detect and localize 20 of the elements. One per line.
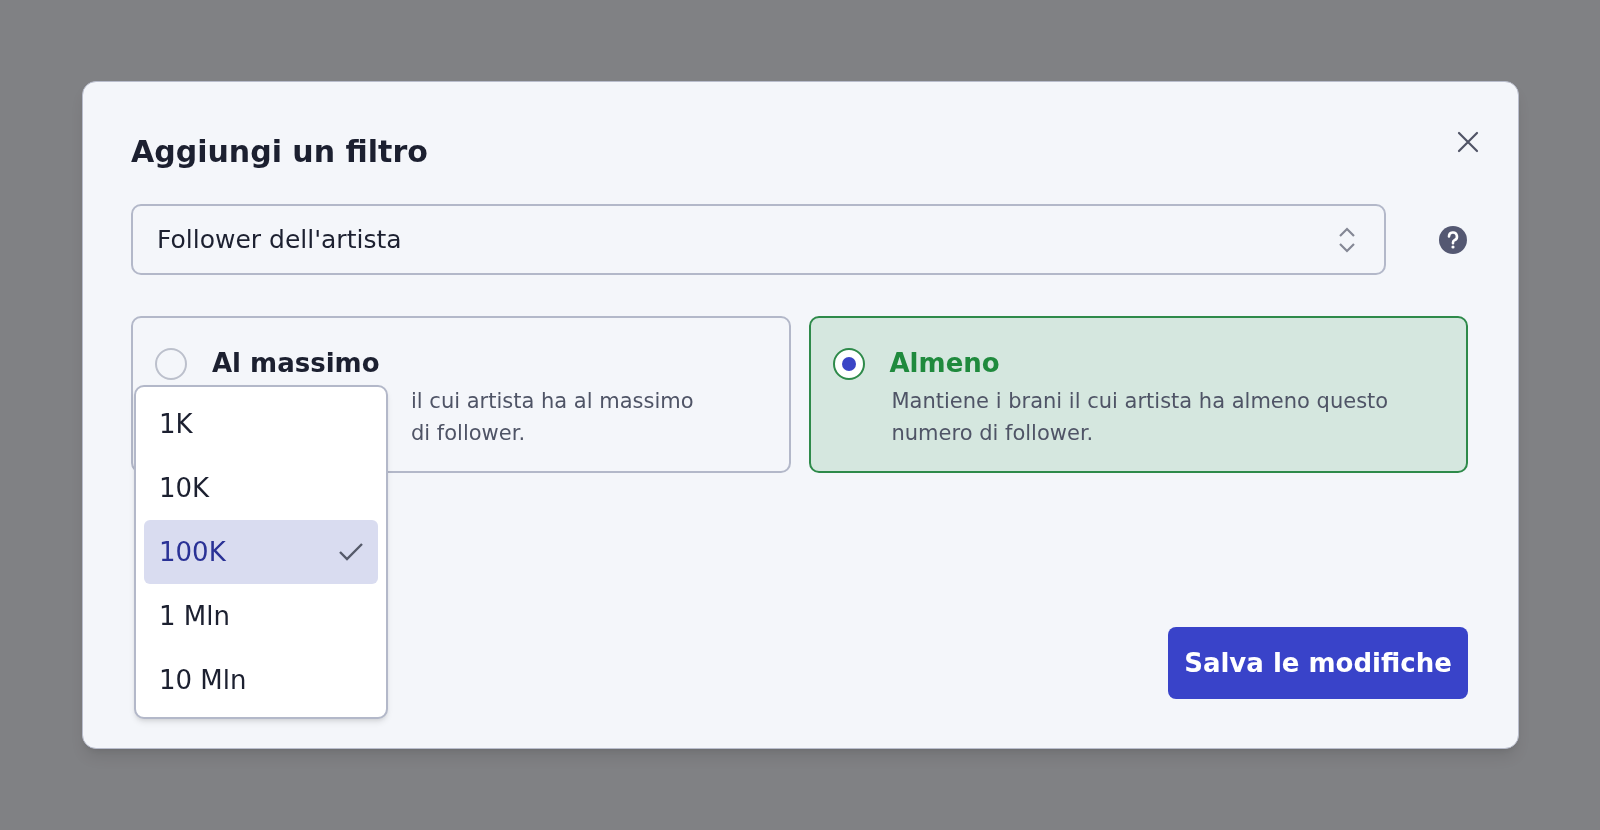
dropdown-option[interactable]: 1 Mln bbox=[144, 584, 378, 648]
help-icon[interactable] bbox=[1438, 224, 1468, 255]
chevron-updown-icon bbox=[1338, 225, 1357, 254]
option-description: Mantiene i brani il cui artista ha almeno questo bbox=[891, 388, 1390, 415]
option-title: Al massimo bbox=[212, 347, 380, 380]
option-description: di follower. bbox=[411, 420, 527, 447]
option-title: Almeno bbox=[889, 347, 1000, 380]
radio-button[interactable] bbox=[832, 347, 865, 380]
option-description: il cui artista ha al massimo bbox=[411, 388, 695, 415]
dropdown-option[interactable]: 100K bbox=[144, 520, 378, 584]
radio-button[interactable] bbox=[155, 347, 187, 380]
dialog-title: Aggiungi un filtro bbox=[131, 133, 428, 171]
close-icon bbox=[1457, 131, 1479, 153]
option-description: numero di follower. bbox=[891, 420, 1095, 447]
dropdown-option[interactable]: 10 Mln bbox=[144, 648, 378, 712]
save-button[interactable]: Salva le modifiche bbox=[1168, 627, 1468, 699]
check-icon bbox=[338, 542, 364, 562]
filter-select[interactable]: Follower dell'artista bbox=[131, 204, 1387, 275]
dropdown-option[interactable]: 1K bbox=[144, 392, 378, 456]
option-card[interactable]: Almeno Mantiene i brani il cui artista ha almeno questo numero di follower. bbox=[808, 316, 1468, 473]
